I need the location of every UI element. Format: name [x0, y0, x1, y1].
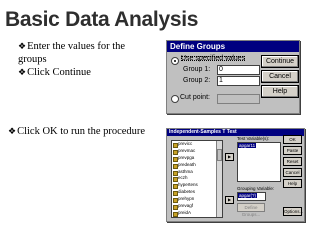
test-variables-list[interactable]: apgar11	[237, 142, 281, 182]
list-item[interactable]: eczh	[172, 175, 222, 183]
arrow-bullet-icon: ❖	[18, 67, 27, 77]
slide-title: Basic Data Analysis	[5, 8, 199, 31]
right-arrow-icon: ▶	[227, 197, 232, 202]
list-item[interactable]: predeath	[172, 162, 222, 169]
arrow-bullet-icon: ❖	[18, 41, 27, 51]
grouping-variable-label: Grouping Variable:	[237, 186, 275, 191]
bullet-item-continuation: groups	[18, 54, 47, 65]
cancel-button[interactable]: Cancel	[283, 168, 302, 177]
define-groups-button[interactable]: Define Groups...	[237, 203, 265, 217]
right-arrow-icon: ▶	[227, 154, 232, 159]
list-item[interactable]: previcc	[172, 141, 222, 148]
cancel-button[interactable]: Cancel	[261, 70, 299, 83]
group1-field[interactable]: 0	[217, 65, 260, 75]
arrow-bullet-icon: ❖	[8, 126, 17, 136]
use-specified-values-radio[interactable]	[171, 57, 179, 65]
reset-button[interactable]: Reset	[283, 157, 302, 166]
define-groups-dialog: Define Groups Use specified values Group…	[166, 40, 300, 114]
bullet-list: ❖Enter the values for the groups ❖Click …	[18, 40, 163, 79]
help-button[interactable]: Help	[283, 179, 302, 188]
list-item[interactable]: prevagf	[172, 203, 222, 210]
scrollbar-thumb[interactable]	[217, 149, 222, 161]
variable-list-scrollbar[interactable]	[216, 141, 222, 217]
list-item[interactable]: asthma	[172, 169, 222, 176]
list-item[interactable]: apgar11	[238, 143, 257, 148]
move-to-grouping-variable-button[interactable]: ▶	[225, 196, 234, 204]
list-item[interactable]: prevmac	[172, 148, 222, 155]
group2-label: Group 2:	[183, 77, 211, 84]
grouping-variable-field[interactable]: apgar(?)	[237, 192, 266, 201]
bullet-item: ❖Click Continue	[18, 67, 91, 78]
group1-label: Group 1:	[183, 66, 211, 73]
dialog-title: Define Groups	[167, 41, 299, 52]
grouping-variable-value: apgar(?)	[238, 193, 258, 198]
list-item[interactable]: diabetes	[172, 189, 222, 197]
continue-button[interactable]: Continue	[261, 55, 299, 68]
ok-button[interactable]: OK	[283, 135, 302, 144]
test-variables-label: Test Variable(s):	[237, 136, 270, 141]
list-item[interactable]: preidA	[172, 210, 222, 217]
cut-point-label: Cut point:	[180, 94, 210, 101]
independent-samples-t-test-dialog: Independent-Samples T Test previcc prevm…	[166, 128, 305, 222]
help-button[interactable]: Help	[261, 85, 299, 98]
bullet-item: ❖Enter the values for the	[18, 41, 126, 52]
use-specified-values-label: Use specified values	[181, 55, 246, 62]
cut-point-radio[interactable]	[171, 95, 179, 103]
options-button[interactable]: Options...	[283, 207, 303, 216]
list-item[interactable]: hypertens	[172, 182, 222, 190]
group2-field[interactable]: 1	[217, 76, 260, 86]
move-to-test-variables-button[interactable]: ▶	[225, 153, 234, 161]
bullet-item-ok: ❖Click OK to run the procedure	[8, 126, 146, 137]
cut-point-field[interactable]	[217, 94, 260, 104]
variable-list[interactable]: previcc prevmac prevpga predeath asthma …	[171, 140, 223, 218]
paste-button[interactable]: Paste	[283, 146, 302, 155]
list-item[interactable]: prevpga	[172, 155, 222, 162]
list-item[interactable]: prehypn	[172, 196, 222, 204]
